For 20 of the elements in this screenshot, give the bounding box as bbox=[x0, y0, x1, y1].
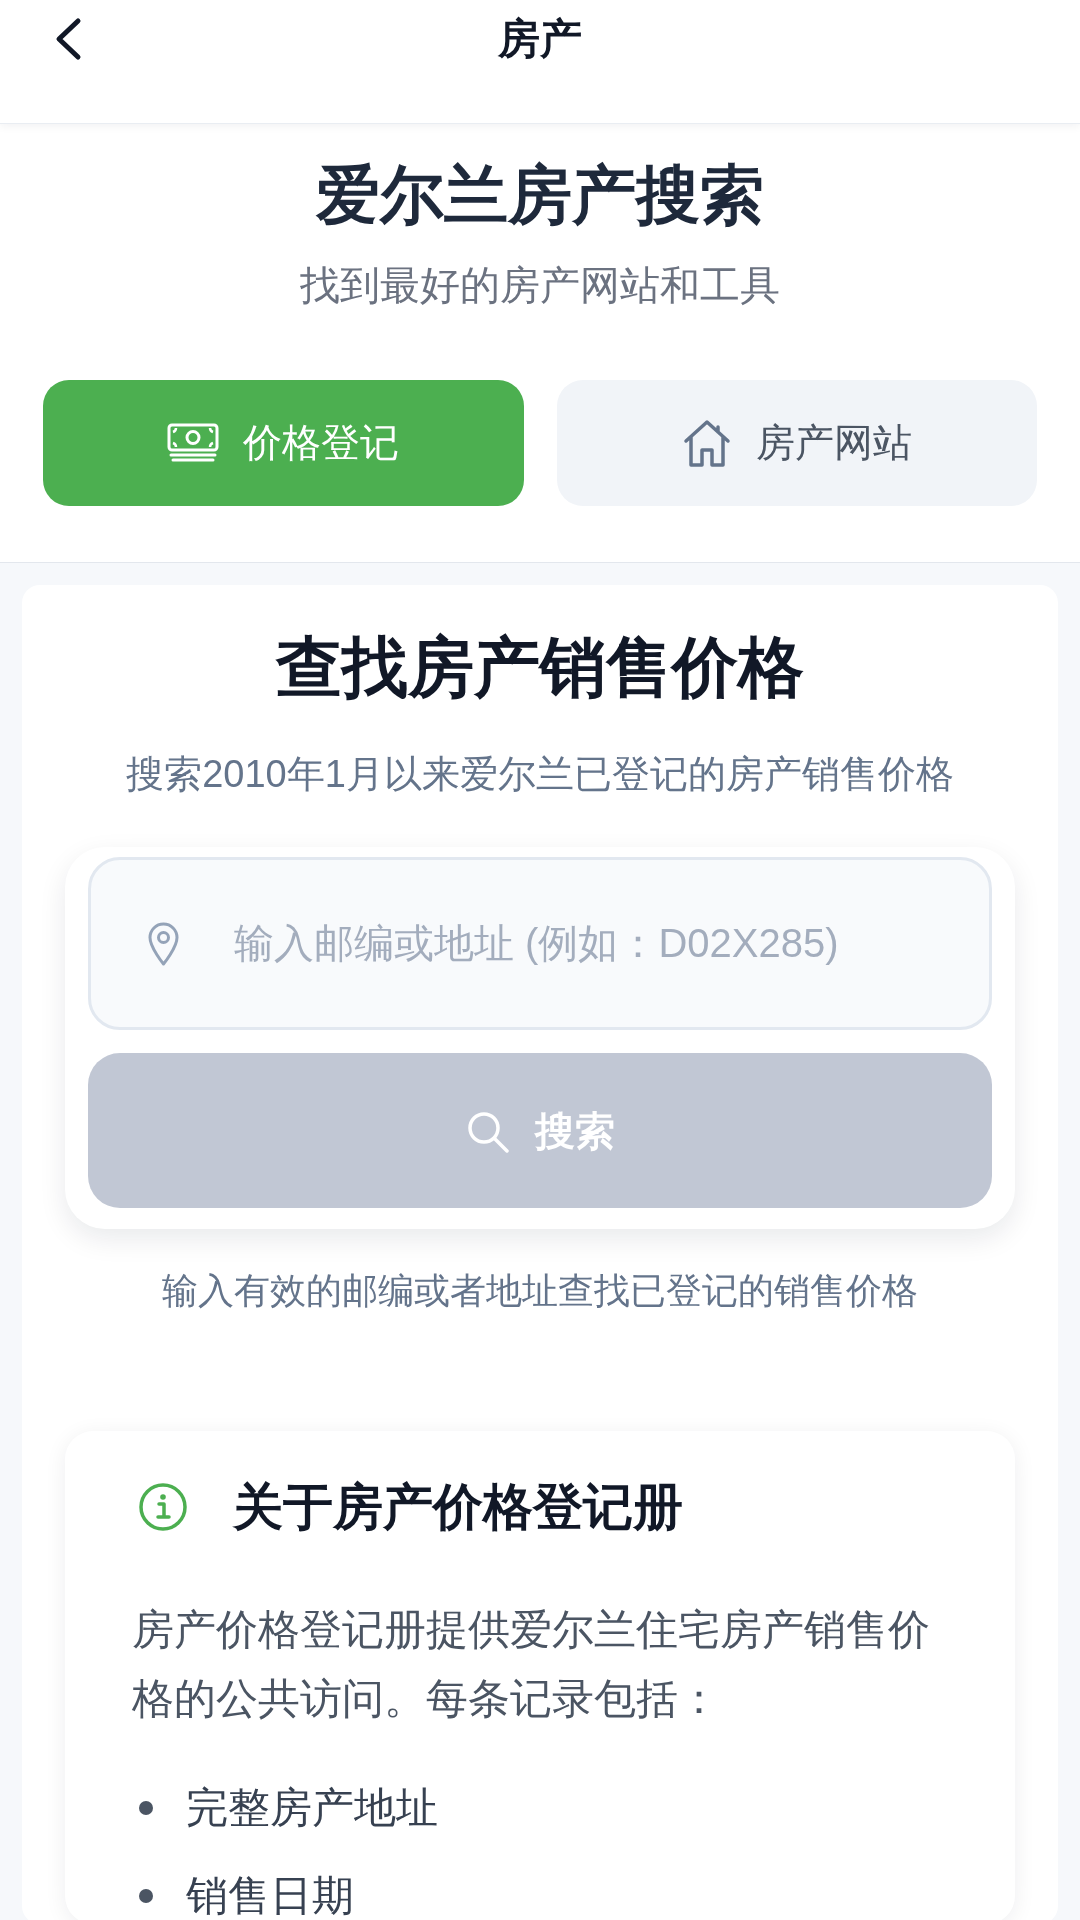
info-title: 关于房产价格登记册 bbox=[233, 1478, 683, 1537]
tab[interactable]: 房产网站 bbox=[556, 380, 1037, 506]
tab[interactable]: 价格登记 bbox=[43, 380, 524, 506]
hint-text: 输入有效的邮编或者地址查找已登记的销售价格 bbox=[161, 1269, 919, 1313]
money-icon bbox=[167, 423, 220, 463]
house-icon bbox=[681, 418, 732, 468]
hero-title: 爱尔兰房产搜索 bbox=[316, 158, 764, 233]
info-icon bbox=[138, 1482, 188, 1532]
hero-subtitle: 找到最好的房产网站和工具 bbox=[300, 262, 780, 309]
location-pin-icon bbox=[147, 921, 180, 967]
card-title: 查找房产销售价格 bbox=[274, 629, 805, 706]
bullet-icon bbox=[139, 1889, 153, 1903]
info-paragraph: 房产价格登记册提供爱尔兰住宅房产销售价格的公共访问。每条记录包括： bbox=[132, 1605, 931, 1724]
bullet-text: 完整房产地址 bbox=[186, 1783, 438, 1833]
address-field[interactable]: 输入邮编或地址 (例如：D02X285) bbox=[88, 857, 992, 1030]
card-subtitle: 搜索2010年1月以来爱尔兰已登记的房产销售价格 bbox=[125, 752, 955, 797]
bullet-icon bbox=[139, 1801, 153, 1815]
bullet-text: 销售日期 bbox=[186, 1871, 354, 1920]
page-title: 房产 bbox=[497, 14, 583, 64]
back-icon[interactable] bbox=[54, 17, 83, 61]
